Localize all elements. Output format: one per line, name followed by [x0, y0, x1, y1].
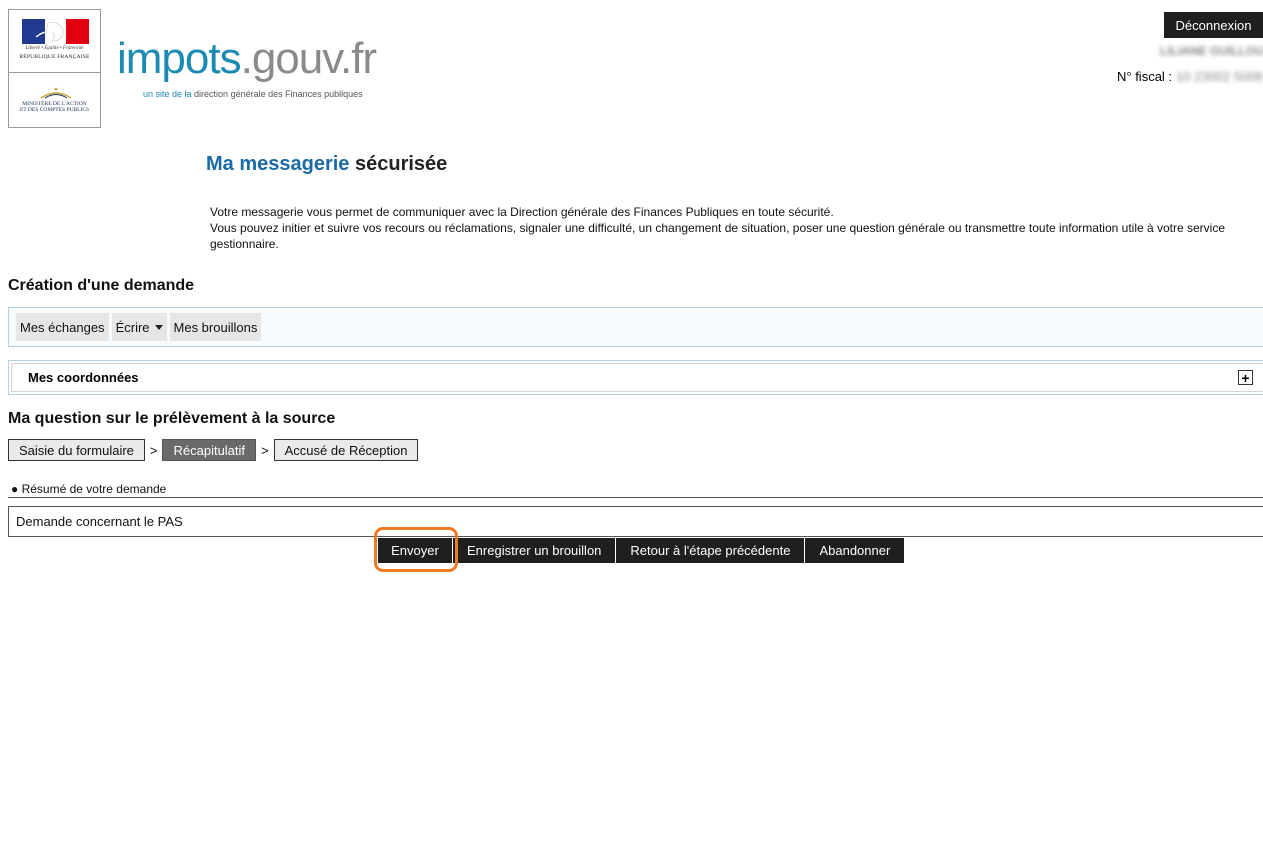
summary-divider [8, 497, 1263, 498]
step-accuse-reception[interactable]: Accusé de Réception [273, 439, 419, 461]
nav-ecrire-dropdown[interactable]: Écrire [111, 313, 167, 341]
abandon-button[interactable]: Abandonner [805, 538, 905, 563]
marianne-flag-icon [22, 19, 89, 44]
step-separator: > [149, 442, 158, 458]
ministere-text: MINISTÈRE DE L'ACTION ET DES COMPTES PUB… [9, 101, 100, 113]
ministere-emblem-icon [40, 87, 72, 99]
step-recapitulatif[interactable]: Récapitulatif [162, 439, 257, 461]
brand-part-1: impots [117, 34, 242, 83]
nav-mes-echanges[interactable]: Mes échanges [16, 313, 109, 341]
send-button[interactable]: Envoyer [378, 538, 452, 563]
intro-line-1: Votre messagerie vous permet de communiq… [210, 205, 834, 219]
brand-tagline: un site de la direction générale des Fin… [143, 89, 363, 99]
previous-step-button[interactable]: Retour à l'étape précédente [616, 538, 805, 563]
question-heading: Ma question sur le prélèvement à la sour… [8, 410, 336, 427]
fiscal-label: N° fiscal : [1117, 69, 1173, 84]
coordinates-panel: Mes coordonnées + [8, 360, 1263, 395]
caret-down-icon [154, 324, 163, 330]
intro-line-2: Vous pouvez initier et suivre vos recour… [210, 221, 1226, 251]
save-draft-button[interactable]: Enregistrer un brouillon [453, 538, 616, 563]
messaging-nav-bar: Mes échanges Écrire Mes brouillons [8, 307, 1263, 347]
coordinates-label: Mes coordonnées [28, 370, 139, 385]
wizard-steps: Saisie du formulaire > Récapitulatif > A… [8, 439, 419, 461]
nav-mes-brouillons-label: Mes brouillons [173, 319, 258, 335]
page-title-part-2: sécurisée [349, 153, 448, 175]
logout-button[interactable]: Déconnexion [1164, 12, 1263, 38]
republique-francaise-logo: Liberté • Égalité • Fraternité RÉPUBLIQU… [8, 9, 101, 128]
coordinates-header[interactable]: Mes coordonnées + [11, 363, 1263, 392]
marianne-block: Liberté • Égalité • Fraternité RÉPUBLIQU… [9, 10, 100, 73]
user-name: LILIANE GUILLOU [1160, 44, 1263, 58]
fiscal-value: 10 23002 5008 [1176, 69, 1263, 84]
nav-mes-brouillons[interactable]: Mes brouillons [169, 313, 262, 341]
intro-text: Votre messagerie vous permet de communiq… [210, 204, 1240, 252]
summary-label-text: Résumé de votre demande [18, 482, 167, 496]
creation-heading: Création d'une demande [8, 277, 195, 294]
brand-tagline-b: direction générale des Finances publique… [191, 89, 363, 99]
page-title-part-1: Ma messagerie [206, 153, 350, 175]
summary-value: Demande concernant le PAS [16, 514, 183, 529]
brand-tagline-a: un site de la [143, 89, 192, 99]
fiscal-number-line: N° fiscal :10 23002 5008 [1117, 69, 1263, 84]
brand-part-2: .gouv.fr [240, 34, 377, 83]
action-buttons: Envoyer Enregistrer un brouillon Retour … [378, 538, 905, 563]
summary-value-box: Demande concernant le PAS [8, 506, 1263, 537]
nav-mes-echanges-label: Mes échanges [20, 319, 105, 335]
summary-label: ● Résumé de votre demande [11, 482, 166, 496]
nav-ecrire-label: Écrire [115, 319, 150, 335]
republique-text: RÉPUBLIQUE FRANÇAISE [19, 54, 90, 60]
step-separator: > [261, 442, 269, 458]
step-saisie-formulaire[interactable]: Saisie du formulaire [8, 439, 145, 461]
page-title: Ma messagerie sécurisée [206, 153, 447, 176]
impots-gouv-logo[interactable]: impots.gouv.fr [117, 34, 377, 84]
motto-text: Liberté • Égalité • Fraternité [25, 46, 84, 51]
expand-plus-icon[interactable]: + [1238, 370, 1253, 385]
ministere-line-2: ET DES COMPTES PUBLICS [19, 107, 90, 113]
